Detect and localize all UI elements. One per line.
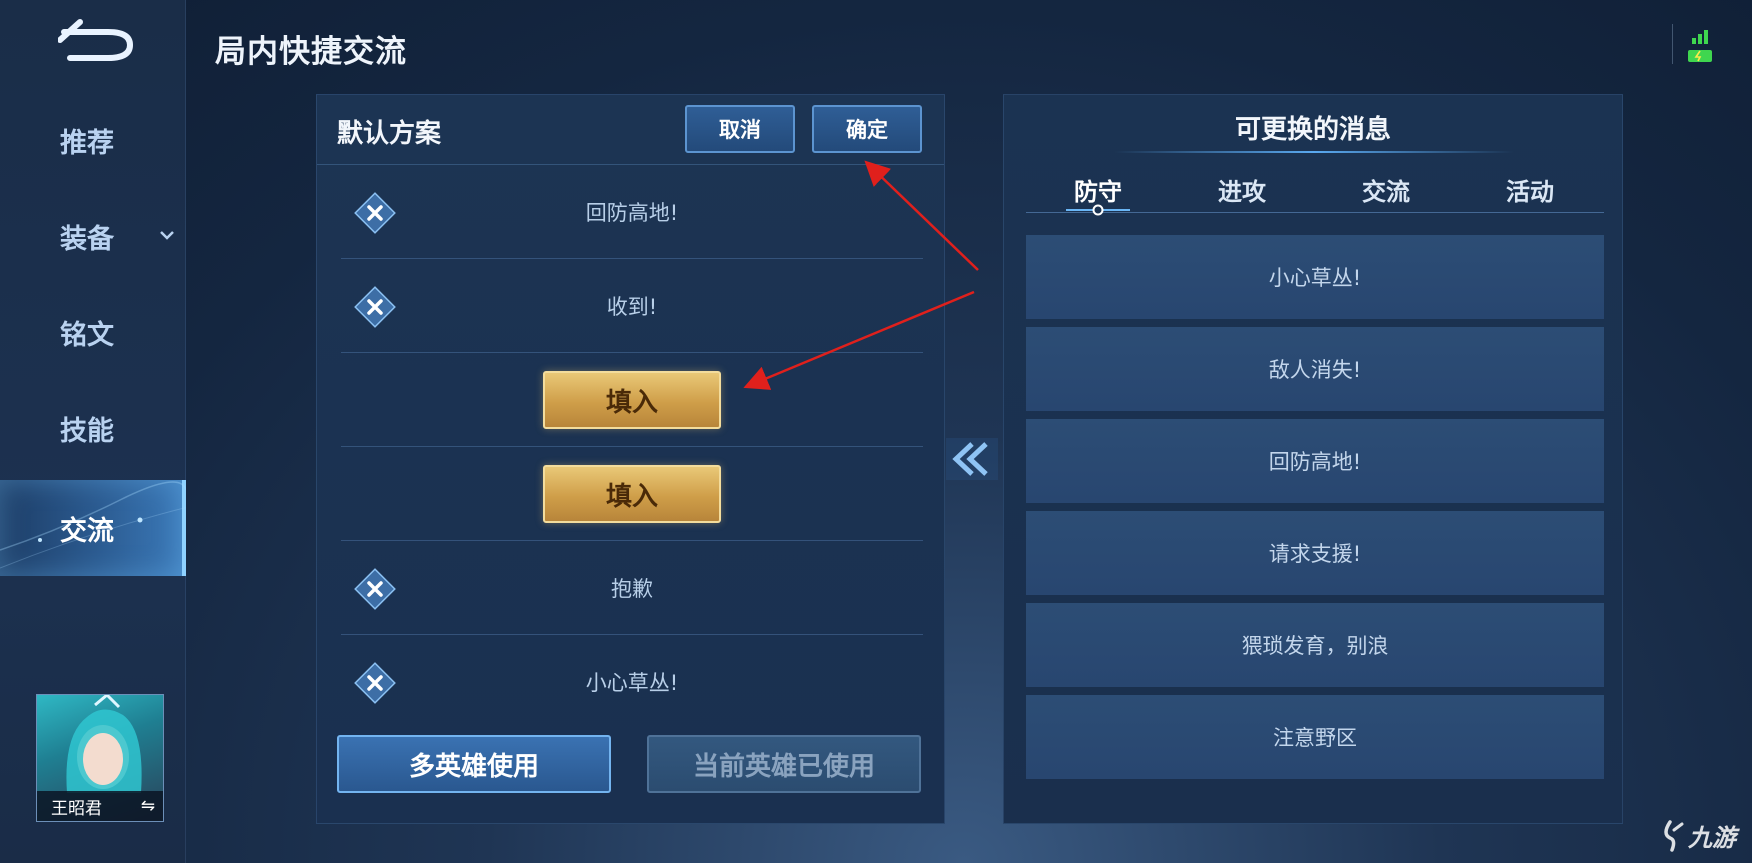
scheme-row: 收到! (341, 259, 923, 353)
replaceable-message-item[interactable]: 小心草丛! (1026, 235, 1604, 319)
signal-battery-icon (1688, 30, 1712, 62)
back-icon[interactable] (58, 18, 140, 64)
sidebar-item-label: 交流 (60, 515, 114, 547)
remove-icon[interactable] (351, 283, 399, 331)
remove-icon[interactable] (351, 659, 399, 707)
replaceable-message-item[interactable]: 敌人消失! (1026, 327, 1604, 411)
scheme-row: 小心草丛! (341, 635, 923, 729)
sidebar-item-inscription[interactable]: 铭文 (0, 284, 186, 380)
current-hero-used-button[interactable]: 当前英雄已使用 (647, 735, 921, 793)
double-chevron-left-icon[interactable] (946, 438, 998, 480)
sidebar-item-equipment[interactable]: 装备 (0, 188, 186, 284)
hero-portrait-image (66, 695, 142, 793)
fill-in-button[interactable]: 填入 (543, 465, 721, 523)
scheme-row-empty: 填入 (341, 353, 923, 447)
scheme-panel: 默认方案 取消 确定 回防高地! 收到! 填入 填入 抱歉 小心草丛! 多英雄使… (316, 94, 945, 824)
title-divider (1114, 151, 1514, 153)
remove-icon[interactable] (351, 189, 399, 237)
scheme-message: 收到! (606, 295, 658, 319)
replaceable-messages-panel: 可更换的消息 防守 进攻 交流 活动 小心草丛! 敌人消失! 回防高地! 请求支… (1003, 94, 1623, 824)
replace-panel-title: 可更换的消息 (1234, 115, 1391, 145)
page-title: 局内快捷交流 (215, 34, 407, 70)
sidebar-item-skills[interactable]: 技能 (0, 380, 186, 476)
scheme-message: 抱歉 (611, 577, 653, 601)
scheme-header: 默认方案 取消 确定 (317, 95, 944, 165)
active-tab-indicator (1066, 204, 1130, 216)
scheme-message: 回防高地! (585, 201, 679, 225)
scheme-row: 回防高地! (341, 165, 923, 259)
hero-name-bar: 王昭君 ⇋ (37, 791, 163, 821)
sidebar-item-label: 技能 (60, 415, 114, 447)
replaceable-message-item[interactable]: 回防高地! (1026, 419, 1604, 503)
sidebar-item-recommend[interactable]: 推荐 (0, 92, 186, 188)
sidebar-item-label: 装备 (60, 223, 114, 255)
tab-attack[interactable]: 进攻 (1170, 165, 1314, 213)
scheme-message: 小心草丛! (585, 671, 679, 695)
message-category-tabs: 防守 进攻 交流 活动 (1026, 165, 1604, 216)
replaceable-message-item[interactable]: 请求支援! (1026, 511, 1604, 595)
tab-events[interactable]: 活动 (1458, 165, 1602, 213)
cancel-button[interactable]: 取消 (685, 105, 795, 153)
watermark-logo: 九游 (1664, 820, 1740, 852)
swap-hero-icon[interactable]: ⇋ (141, 796, 155, 816)
sidebar-item-communication[interactable]: 交流 (0, 480, 186, 576)
sidebar: 推荐 装备 铭文 技能 交流 王昭君 ⇋ (0, 0, 186, 863)
confirm-button[interactable]: 确定 (812, 105, 922, 153)
scheme-row-empty: 填入 (341, 447, 923, 541)
multi-hero-use-button[interactable]: 多英雄使用 (337, 735, 611, 793)
hero-avatar[interactable]: 王昭君 ⇋ (36, 694, 164, 822)
chevron-down-icon (160, 231, 174, 240)
sidebar-item-label: 铭文 (60, 319, 114, 351)
replaceable-message-item[interactable]: 猥琐发育，别浪 (1026, 603, 1604, 687)
replaceable-message-item[interactable]: 注意野区 (1026, 695, 1604, 779)
scheme-row: 抱歉 (341, 541, 923, 635)
remove-icon[interactable] (351, 565, 399, 613)
scheme-title: 默认方案 (337, 119, 442, 149)
fill-in-button[interactable]: 填入 (543, 371, 721, 429)
status-divider (1672, 24, 1673, 64)
hero-name: 王昭君 (51, 798, 102, 819)
sidebar-item-label: 推荐 (60, 127, 114, 159)
tab-communication[interactable]: 交流 (1314, 165, 1458, 213)
watermark-text: 九游 (1687, 824, 1740, 852)
